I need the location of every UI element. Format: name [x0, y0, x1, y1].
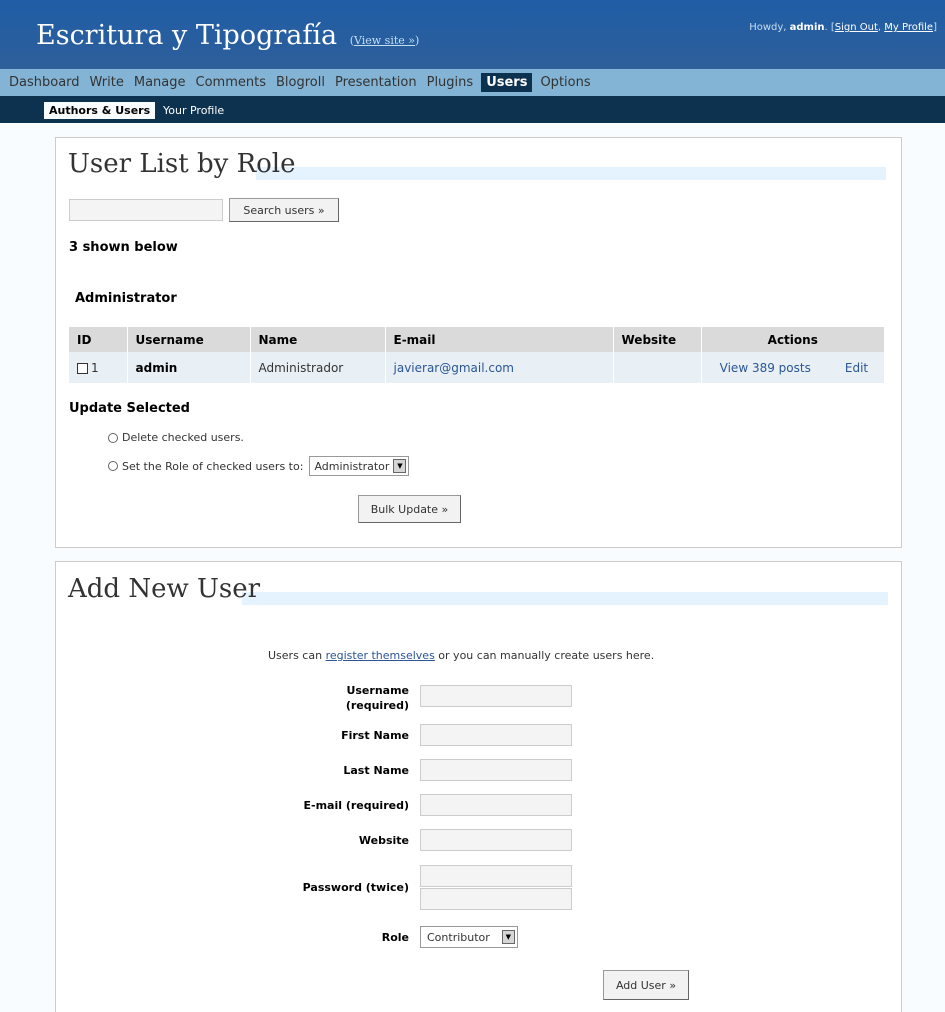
username-label: Username (required)	[345, 684, 409, 712]
row-view-posts-cell: View 389 posts	[700, 352, 829, 383]
table-header-row: ID Username Name E-mail Website Actions	[69, 327, 884, 352]
set-role-label: Set the Role of checked users to:	[122, 459, 304, 473]
password-field[interactable]	[420, 865, 572, 887]
col-username: Username	[126, 327, 250, 352]
shown-count: 3 shown below	[69, 240, 178, 255]
menu-manage[interactable]: Manage	[129, 73, 191, 92]
row-id-cell: 1	[69, 352, 127, 383]
new-user-role-select[interactable]: Contributor ▼	[420, 926, 518, 948]
last-name-field[interactable]	[420, 759, 572, 781]
update-selected-heading: Update Selected	[69, 401, 190, 416]
menu-dashboard[interactable]: Dashboard	[4, 73, 85, 92]
set-role-option: Set the Role of checked users to: Admini…	[108, 456, 410, 476]
menu-presentation[interactable]: Presentation	[330, 73, 422, 92]
intro-text: Users can register themselves or you can…	[268, 649, 655, 662]
email-label: E-mail (required)	[303, 799, 409, 812]
first-name-label: First Name	[341, 729, 409, 742]
table-row: 1 admin Administrador javierar@gmail.com…	[69, 352, 884, 383]
role-label: Role	[381, 931, 409, 944]
col-name: Name	[249, 327, 385, 352]
role-select[interactable]: Administrator ▼	[309, 456, 410, 476]
view-site-link[interactable]: (View site »)	[350, 34, 420, 47]
role-heading: Administrator	[75, 291, 177, 306]
last-name-label: Last Name	[343, 764, 409, 777]
site-title-text: Escritura y Tipografía	[36, 20, 338, 51]
register-themselves-link[interactable]: register themselves	[326, 649, 435, 662]
view-posts-link[interactable]: View 389 posts	[720, 361, 811, 375]
row-email-link[interactable]: javierar@gmail.com	[394, 361, 515, 375]
menu-comments[interactable]: Comments	[191, 73, 271, 92]
admin-menu: Dashboard Write Manage Comments Blogroll…	[0, 69, 945, 96]
col-actions: Actions	[700, 327, 884, 352]
delete-option: Delete checked users.	[108, 431, 244, 444]
delete-radio[interactable]	[108, 432, 118, 443]
col-email: E-mail	[384, 327, 613, 352]
submenu-your-profile[interactable]: Your Profile	[158, 102, 229, 119]
col-id: ID	[69, 327, 127, 352]
heading-underline	[256, 167, 886, 180]
password-label: Password (twice)	[302, 881, 409, 894]
menu-blogroll[interactable]: Blogroll	[271, 73, 330, 92]
row-name: Administrador	[249, 352, 385, 383]
set-role-radio[interactable]	[108, 461, 118, 471]
user-list-panel: User List by Role Search users » 3 shown…	[55, 137, 902, 548]
heading-underline	[242, 592, 888, 605]
row-website	[612, 352, 701, 383]
row-email-cell: javierar@gmail.com	[384, 352, 613, 383]
website-field[interactable]	[420, 829, 572, 851]
menu-options[interactable]: Options	[535, 73, 595, 92]
site-title: Escritura y Tipografía (View site »)	[36, 20, 419, 51]
sub-menu: Authors & Users Your Profile	[0, 96, 945, 123]
menu-write[interactable]: Write	[85, 73, 129, 92]
col-website: Website	[612, 327, 701, 352]
add-user-button[interactable]: Add User »	[603, 970, 689, 1000]
user-list-heading: User List by Role	[68, 149, 296, 179]
row-edit-cell: Edit	[829, 352, 884, 383]
site-header: Escritura y Tipografía (View site ») How…	[0, 0, 945, 69]
password-confirm-field[interactable]	[420, 888, 572, 910]
menu-users[interactable]: Users	[481, 73, 533, 92]
row-username: admin	[126, 352, 250, 383]
search-users-button[interactable]: Search users »	[229, 198, 339, 222]
my-profile-link[interactable]: My Profile	[884, 22, 933, 33]
menu-plugins[interactable]: Plugins	[422, 73, 479, 92]
delete-option-label: Delete checked users.	[122, 431, 244, 444]
email-field[interactable]	[420, 794, 572, 816]
add-user-heading: Add New User	[68, 574, 261, 604]
users-table: ID Username Name E-mail Website Actions …	[69, 327, 884, 383]
row-checkbox[interactable]	[77, 362, 88, 374]
search-input[interactable]	[69, 199, 223, 221]
first-name-field[interactable]	[420, 724, 572, 746]
user-greeting: Howdy, admin. [Sign Out, My Profile]	[749, 22, 937, 33]
add-user-panel: Add New User Users can register themselv…	[55, 561, 902, 1012]
dropdown-arrow-icon: ▼	[393, 459, 407, 473]
username-field[interactable]	[420, 685, 572, 707]
dropdown-arrow-icon: ▼	[501, 930, 515, 944]
current-user: admin	[789, 22, 825, 33]
edit-link[interactable]: Edit	[845, 361, 868, 375]
bulk-update-button[interactable]: Bulk Update »	[358, 495, 461, 523]
submenu-authors-users[interactable]: Authors & Users	[44, 102, 156, 119]
sign-out-link[interactable]: Sign Out	[835, 22, 878, 33]
website-label: Website	[358, 834, 409, 847]
